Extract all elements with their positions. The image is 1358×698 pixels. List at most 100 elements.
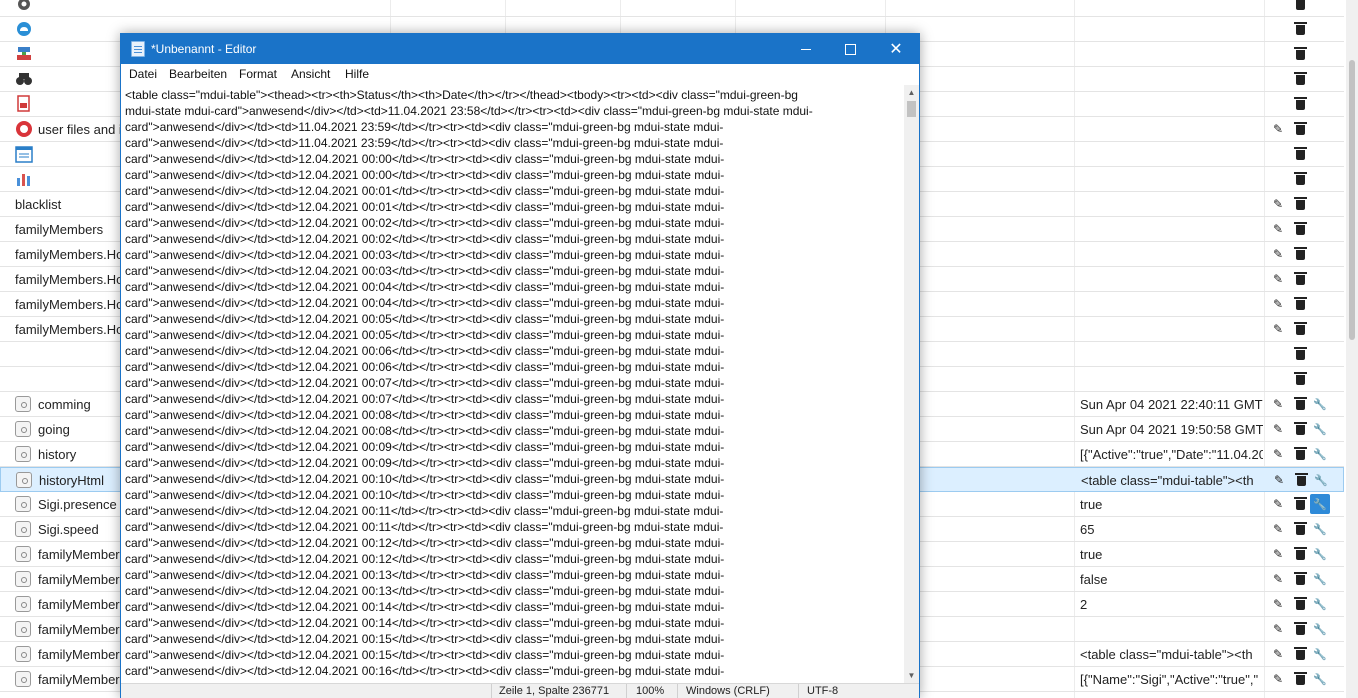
object-value[interactable]: 2: [1080, 597, 1263, 612]
edit-pencil-icon[interactable]: ✎: [1270, 446, 1286, 462]
delete-trash-icon[interactable]: [1292, 571, 1308, 587]
delete-trash-icon[interactable]: [1292, 221, 1308, 237]
delete-trash-icon[interactable]: [1292, 146, 1308, 162]
edit-pencil-icon[interactable]: ✎: [1270, 196, 1286, 212]
delete-trash-icon[interactable]: [1292, 271, 1308, 287]
settings-wrench-icon[interactable]: 🔧: [1312, 521, 1328, 537]
close-button[interactable]: ✕: [873, 34, 919, 64]
edit-pencil-icon[interactable]: ✎: [1270, 621, 1286, 637]
delete-trash-icon[interactable]: [1292, 421, 1308, 437]
edit-pencil-icon[interactable]: ✎: [1270, 246, 1286, 262]
edit-pencil-icon[interactable]: ✎: [1270, 271, 1286, 287]
menu-format[interactable]: Format: [239, 67, 277, 81]
edit-pencil-icon[interactable]: ✎: [1270, 596, 1286, 612]
edit-pencil-icon[interactable]: ✎: [1271, 472, 1287, 488]
settings-wrench-icon[interactable]: 🔧: [1312, 621, 1328, 637]
edit-pencil-icon[interactable]: ✎: [1270, 121, 1286, 137]
edit-pencil-icon[interactable]: ✎: [1270, 521, 1286, 537]
object-value[interactable]: [{"Name":"Sigi","Active":"true",": [1080, 672, 1263, 687]
object-value[interactable]: Sun Apr 04 2021 19:50:58 GMT+: [1080, 422, 1263, 437]
delete-trash-icon[interactable]: [1292, 321, 1308, 337]
scroll-up-arrow-icon[interactable]: ▲: [904, 85, 919, 100]
menu-ansicht[interactable]: Ansicht: [291, 67, 330, 81]
settings-wrench-icon[interactable]: 🔧: [1312, 396, 1328, 412]
object-value[interactable]: 65: [1080, 522, 1263, 537]
delete-trash-icon[interactable]: [1292, 496, 1308, 512]
edit-pencil-icon[interactable]: ✎: [1270, 421, 1286, 437]
menu-datei[interactable]: Datei: [129, 67, 157, 81]
delete-trash-icon[interactable]: [1292, 121, 1308, 137]
document-red-icon: [15, 95, 33, 113]
settings-wrench-icon[interactable]: 🔧: [1312, 646, 1328, 662]
settings-wrench-icon[interactable]: 🔧: [1312, 446, 1328, 462]
text-line: card">anwesend</div></td><td>12.04.2021 …: [125, 200, 725, 214]
object-name: user files and i: [38, 122, 122, 137]
delete-trash-icon[interactable]: [1292, 196, 1308, 212]
settings-wrench-icon[interactable]: 🔧: [1312, 671, 1328, 687]
edit-pencil-icon[interactable]: ✎: [1270, 221, 1286, 237]
object-value[interactable]: true: [1080, 547, 1263, 562]
edit-pencil-icon[interactable]: ✎: [1270, 296, 1286, 312]
editor-vertical-scrollbar[interactable]: ▲ ▼: [904, 85, 919, 683]
page-scrollbar[interactable]: [1346, 0, 1358, 698]
status-separator: [677, 684, 678, 698]
text-line: card">anwesend</div></td><td>12.04.2021 …: [125, 232, 725, 246]
delete-trash-icon[interactable]: [1292, 46, 1308, 62]
settings-wrench-icon[interactable]: 🔧: [1312, 546, 1328, 562]
delete-trash-icon[interactable]: [1292, 671, 1308, 687]
object-value[interactable]: [{"Active":"true","Date":"11.04.20: [1080, 447, 1263, 462]
delete-trash-icon[interactable]: [1292, 546, 1308, 562]
text-line: card">anwesend</div></td><td>12.04.2021 …: [125, 504, 724, 518]
window-titlebar[interactable]: *Unbenannt - Editor ✕: [121, 34, 919, 64]
settings-wrench-icon[interactable]: 🔧: [1310, 494, 1330, 514]
edit-pencil-icon[interactable]: ✎: [1270, 571, 1286, 587]
delete-trash-icon[interactable]: [1292, 396, 1308, 412]
object-value[interactable]: true: [1080, 497, 1263, 512]
delete-trash-icon[interactable]: [1292, 246, 1308, 262]
delete-trash-icon[interactable]: [1292, 0, 1308, 12]
minimize-button[interactable]: [783, 34, 829, 64]
settings-wrench-icon[interactable]: 🔧: [1312, 421, 1328, 437]
object-row[interactable]: [0, 0, 1344, 17]
edit-pencil-icon[interactable]: ✎: [1270, 671, 1286, 687]
edit-pencil-icon[interactable]: ✎: [1270, 396, 1286, 412]
object-name: historyHtml: [39, 473, 105, 488]
delete-trash-icon[interactable]: [1292, 371, 1308, 387]
settings-wrench-icon[interactable]: 🔧: [1313, 472, 1329, 488]
delete-trash-icon[interactable]: [1292, 346, 1308, 362]
delete-trash-icon[interactable]: [1292, 521, 1308, 537]
edit-pencil-icon[interactable]: ✎: [1270, 321, 1286, 337]
delete-trash-icon[interactable]: [1292, 296, 1308, 312]
object-name: going: [38, 422, 70, 437]
delete-trash-icon[interactable]: [1292, 446, 1308, 462]
state-icon: [15, 521, 31, 537]
delete-trash-icon[interactable]: [1292, 21, 1308, 37]
text-line: card">anwesend</div></td><td>12.04.2021 …: [125, 648, 725, 662]
object-value[interactable]: <table class="mdui-table"><th: [1081, 473, 1264, 488]
edit-pencil-icon[interactable]: ✎: [1270, 646, 1286, 662]
menu-bearbeiten[interactable]: Bearbeiten: [169, 67, 227, 81]
object-name: familyMembers.Ho: [15, 272, 124, 287]
settings-wrench-icon[interactable]: 🔧: [1312, 596, 1328, 612]
menu-hilfe[interactable]: Hilfe: [345, 67, 369, 81]
delete-trash-icon[interactable]: [1293, 472, 1309, 488]
delete-trash-icon[interactable]: [1292, 646, 1308, 662]
edit-pencil-icon[interactable]: ✎: [1270, 496, 1286, 512]
object-value[interactable]: false: [1080, 572, 1263, 587]
delete-trash-icon[interactable]: [1292, 96, 1308, 112]
maximize-button[interactable]: [827, 34, 873, 64]
delete-trash-icon[interactable]: [1292, 621, 1308, 637]
binoculars-icon: [15, 70, 33, 88]
object-value[interactable]: <table class="mdui-table"><th: [1080, 647, 1263, 662]
editor-scrollbar-thumb[interactable]: [907, 101, 916, 117]
scroll-down-arrow-icon[interactable]: ▼: [904, 668, 919, 683]
delete-trash-icon[interactable]: [1292, 71, 1308, 87]
delete-trash-icon[interactable]: [1292, 596, 1308, 612]
edit-pencil-icon[interactable]: ✎: [1270, 546, 1286, 562]
close-icon: ✕: [889, 41, 903, 58]
delete-trash-icon[interactable]: [1292, 171, 1308, 187]
page-scrollbar-thumb[interactable]: [1349, 60, 1355, 340]
object-value[interactable]: Sun Apr 04 2021 22:40:11 GMT+: [1080, 397, 1263, 412]
text-editor-area[interactable]: <table class="mdui-table"><thead><tr><th…: [121, 85, 904, 683]
settings-wrench-icon[interactable]: 🔧: [1312, 571, 1328, 587]
